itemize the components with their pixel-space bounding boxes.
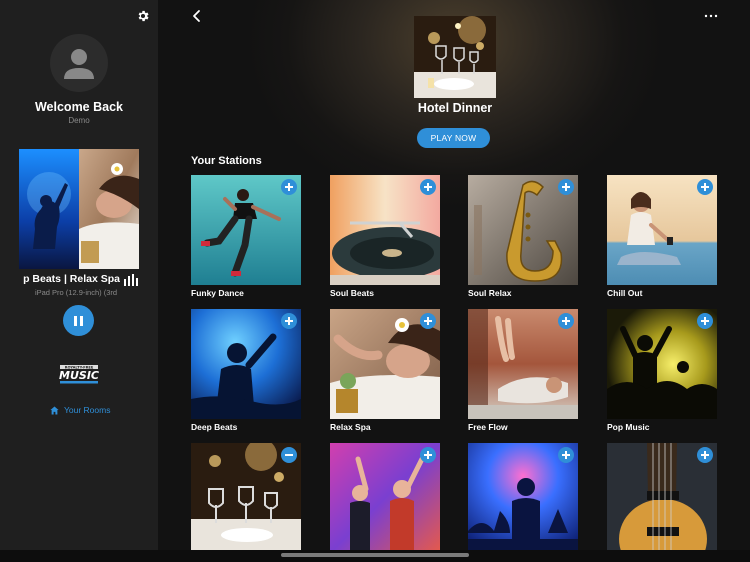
add-station-button[interactable] [420,179,436,195]
add-station-button[interactable] [420,447,436,463]
welcome-heading: Welcome Back [34,100,123,114]
svg-text:MUSIC: MUSIC [59,369,99,382]
your-rooms-label: Your Rooms [64,405,111,415]
gear-icon[interactable] [136,9,150,23]
pause-icon [74,315,77,326]
home-indicator[interactable] [281,553,469,557]
add-station-button[interactable] [558,313,574,329]
avatar-icon [64,49,94,79]
avatar[interactable] [50,34,108,92]
pause-button[interactable] [63,305,94,336]
add-station-button[interactable] [420,313,436,329]
add-station-button[interactable] [281,179,297,195]
add-station-button[interactable] [558,447,574,463]
featured-artwork[interactable] [414,16,496,98]
main-panel: Hotel Dinner PLAY NOW Your Stations Funk… [158,0,750,562]
sidebar: Welcome Back Demo p Beats | Relax Spa iP… [0,0,158,562]
station-name: Soul Relax [468,288,512,298]
home-icon [50,405,59,415]
station-name: Deep Beats [191,422,238,432]
station-name: Pop Music [607,422,650,432]
remove-station-button[interactable] [281,447,297,463]
add-station-button[interactable] [558,179,574,195]
now-playing-title: p Beats | Relax Spa [23,273,120,285]
stations-heading: Your Stations [191,155,262,167]
station-name: Soul Beats [330,288,374,298]
station-name: Free Flow [468,422,508,432]
now-playing-artwork[interactable] [19,149,139,269]
add-station-button[interactable] [697,179,713,195]
featured-title: Hotel Dinner [417,101,493,115]
station-name: Funky Dance [191,288,244,298]
add-station-button[interactable] [697,447,713,463]
now-playing-device: iPad Pro (12.9-inch) (3rd [34,288,118,297]
equalizer-icon[interactable] [124,274,138,286]
royalty-free-music-logo: ROYALTY-FREE MUSIC [59,365,99,384]
now-playing-title-wrap: p Beats | Relax Spa [12,273,120,287]
play-now-button[interactable]: PLAY NOW [417,128,490,148]
add-station-button[interactable] [697,313,713,329]
back-chevron-icon[interactable] [190,9,204,23]
your-rooms-link[interactable]: Your Rooms [50,404,110,416]
station-name: Chill Out [607,288,643,298]
more-dots-icon[interactable] [704,13,718,19]
station-name: Relax Spa [330,422,371,432]
username-label: Demo [68,116,90,125]
add-station-button[interactable] [281,313,297,329]
